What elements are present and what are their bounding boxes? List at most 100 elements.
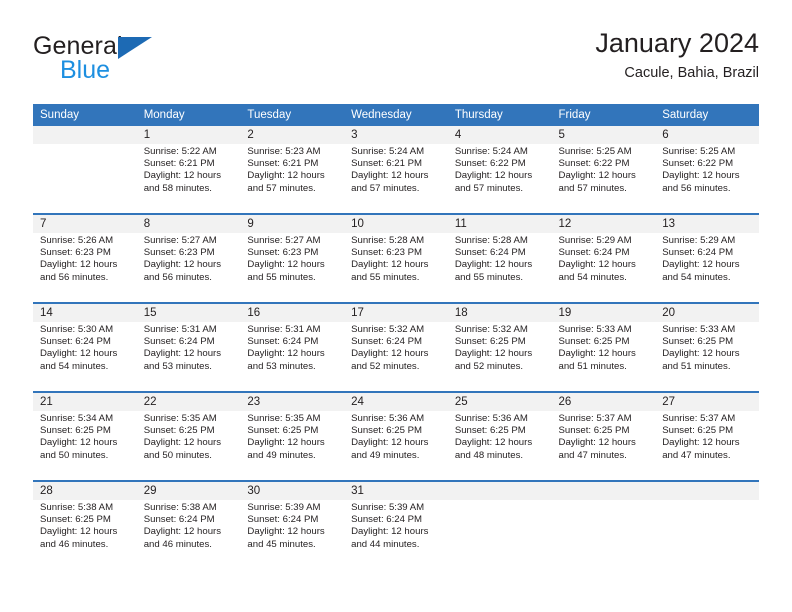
day-number[interactable]: 17 xyxy=(344,304,448,322)
day-cell[interactable]: Sunrise: 5:23 AM Sunset: 6:21 PM Dayligh… xyxy=(240,144,345,213)
daylight-text-line2: and 44 minutes. xyxy=(351,538,420,550)
day-cell[interactable]: Sunrise: 5:36 AM Sunset: 6:25 PM Dayligh… xyxy=(344,411,448,480)
week-row-details: Sunrise: 5:22 AM Sunset: 6:21 PM Dayligh… xyxy=(33,144,759,213)
week-row-daynum: 1 2 3 4 5 6 xyxy=(33,126,759,144)
day-number[interactable]: 27 xyxy=(655,393,759,411)
day-number[interactable]: 26 xyxy=(551,393,656,411)
day-number[interactable]: 8 xyxy=(136,215,241,233)
daylight-text-line2: and 57 minutes. xyxy=(558,182,627,194)
weekday-header-saturday: Saturday xyxy=(655,104,759,126)
day-cell[interactable]: Sunrise: 5:37 AM Sunset: 6:25 PM Dayligh… xyxy=(551,411,656,480)
day-cell[interactable]: Sunrise: 5:35 AM Sunset: 6:25 PM Dayligh… xyxy=(240,411,345,480)
sunset-text: Sunset: 6:21 PM xyxy=(351,158,423,170)
day-cell[interactable]: Sunrise: 5:31 AM Sunset: 6:24 PM Dayligh… xyxy=(136,322,241,391)
day-number[interactable] xyxy=(447,482,552,500)
day-number[interactable]: 12 xyxy=(551,215,656,233)
day-number[interactable]: 7 xyxy=(33,215,137,233)
daylight-text-line2: and 48 minutes. xyxy=(454,449,524,461)
sunset-text: Sunset: 6:25 PM xyxy=(454,425,526,437)
sunset-text: Sunset: 6:25 PM xyxy=(558,336,630,348)
day-number[interactable]: 18 xyxy=(447,304,552,322)
day-number[interactable] xyxy=(33,126,137,144)
day-number[interactable]: 29 xyxy=(136,482,241,500)
day-number[interactable]: 21 xyxy=(33,393,137,411)
day-number[interactable]: 24 xyxy=(344,393,448,411)
day-cell[interactable]: Sunrise: 5:34 AM Sunset: 6:25 PM Dayligh… xyxy=(33,411,137,480)
day-number[interactable] xyxy=(551,482,656,500)
day-cell[interactable]: Sunrise: 5:32 AM Sunset: 6:25 PM Dayligh… xyxy=(447,322,552,391)
general-blue-logo[interactable]: General Blue xyxy=(33,34,233,90)
day-number[interactable]: 19 xyxy=(551,304,656,322)
day-number[interactable]: 1 xyxy=(136,126,241,144)
day-number[interactable]: 9 xyxy=(240,215,345,233)
day-cell[interactable]: Sunrise: 5:31 AM Sunset: 6:24 PM Dayligh… xyxy=(240,322,345,391)
daylight-text-line2: and 57 minutes. xyxy=(351,182,420,194)
daylight-text-line2: and 54 minutes. xyxy=(558,271,627,283)
daylight-text-line2: and 54 minutes. xyxy=(40,360,109,372)
title-block: January 2024 Cacule, Bahia, Brazil xyxy=(595,28,759,82)
sunset-text: Sunset: 6:24 PM xyxy=(558,247,630,259)
sunset-text: Sunset: 6:24 PM xyxy=(454,247,526,259)
daylight-text-line1: Daylight: 12 hours xyxy=(454,170,533,182)
day-cell[interactable]: Sunrise: 5:26 AM Sunset: 6:23 PM Dayligh… xyxy=(33,233,137,302)
day-number[interactable]: 20 xyxy=(655,304,759,322)
day-cell[interactable]: Sunrise: 5:37 AM Sunset: 6:25 PM Dayligh… xyxy=(655,411,759,480)
day-number[interactable]: 5 xyxy=(551,126,656,144)
day-number[interactable]: 25 xyxy=(447,393,552,411)
daylight-text-line1: Daylight: 12 hours xyxy=(143,259,222,271)
day-number[interactable]: 14 xyxy=(33,304,137,322)
day-number[interactable] xyxy=(655,482,759,500)
day-cell[interactable]: Sunrise: 5:33 AM Sunset: 6:25 PM Dayligh… xyxy=(551,322,656,391)
weekday-header-tuesday: Tuesday xyxy=(240,104,345,126)
day-number[interactable]: 23 xyxy=(240,393,345,411)
week-row-daynum: 14 15 16 17 18 19 20 xyxy=(33,304,759,322)
sunset-text: Sunset: 6:24 PM xyxy=(351,514,423,526)
day-cell[interactable]: Sunrise: 5:35 AM Sunset: 6:25 PM Dayligh… xyxy=(136,411,241,480)
day-number[interactable]: 16 xyxy=(240,304,345,322)
day-number[interactable]: 3 xyxy=(344,126,448,144)
day-cell[interactable]: Sunrise: 5:29 AM Sunset: 6:24 PM Dayligh… xyxy=(551,233,656,302)
day-cell[interactable]: Sunrise: 5:32 AM Sunset: 6:24 PM Dayligh… xyxy=(344,322,448,391)
day-number[interactable]: 10 xyxy=(344,215,448,233)
daylight-text-line1: Daylight: 12 hours xyxy=(454,348,533,360)
day-number[interactable]: 13 xyxy=(655,215,759,233)
day-number[interactable]: 30 xyxy=(240,482,345,500)
sunrise-text: Sunrise: 5:37 AM xyxy=(662,413,736,424)
day-number[interactable]: 31 xyxy=(344,482,448,500)
sunset-text: Sunset: 6:25 PM xyxy=(40,425,111,437)
day-cell[interactable]: Sunrise: 5:27 AM Sunset: 6:23 PM Dayligh… xyxy=(240,233,345,302)
day-number[interactable]: 22 xyxy=(136,393,241,411)
weekday-header-wednesday: Wednesday xyxy=(344,104,448,126)
sunset-text: Sunset: 6:23 PM xyxy=(40,247,111,259)
day-cell[interactable]: Sunrise: 5:39 AM Sunset: 6:24 PM Dayligh… xyxy=(344,500,448,569)
day-cell[interactable]: Sunrise: 5:22 AM Sunset: 6:21 PM Dayligh… xyxy=(136,144,241,213)
sunrise-text: Sunrise: 5:32 AM xyxy=(454,324,528,335)
day-number[interactable]: 6 xyxy=(655,126,759,144)
daylight-text-line1: Daylight: 12 hours xyxy=(247,259,325,271)
day-number[interactable]: 11 xyxy=(447,215,552,233)
daylight-text-line2: and 57 minutes. xyxy=(247,182,316,194)
day-cell[interactable]: Sunrise: 5:30 AM Sunset: 6:24 PM Dayligh… xyxy=(33,322,137,391)
day-cell[interactable]: Sunrise: 5:27 AM Sunset: 6:23 PM Dayligh… xyxy=(136,233,241,302)
weekday-header-friday: Friday xyxy=(551,104,656,126)
day-cell-empty xyxy=(551,500,656,569)
day-cell[interactable]: Sunrise: 5:38 AM Sunset: 6:24 PM Dayligh… xyxy=(136,500,241,569)
day-cell[interactable]: Sunrise: 5:38 AM Sunset: 6:25 PM Dayligh… xyxy=(33,500,137,569)
day-cell[interactable]: Sunrise: 5:25 AM Sunset: 6:22 PM Dayligh… xyxy=(655,144,759,213)
day-number[interactable]: 28 xyxy=(33,482,137,500)
day-number[interactable]: 4 xyxy=(447,126,552,144)
sunrise-text: Sunrise: 5:36 AM xyxy=(351,413,425,424)
day-cell[interactable]: Sunrise: 5:24 AM Sunset: 6:21 PM Dayligh… xyxy=(344,144,448,213)
day-cell[interactable]: Sunrise: 5:28 AM Sunset: 6:23 PM Dayligh… xyxy=(344,233,448,302)
day-cell[interactable]: Sunrise: 5:28 AM Sunset: 6:24 PM Dayligh… xyxy=(447,233,552,302)
day-cell[interactable]: Sunrise: 5:29 AM Sunset: 6:24 PM Dayligh… xyxy=(655,233,759,302)
day-cell[interactable]: Sunrise: 5:33 AM Sunset: 6:25 PM Dayligh… xyxy=(655,322,759,391)
day-number[interactable]: 15 xyxy=(136,304,241,322)
day-cell[interactable]: Sunrise: 5:24 AM Sunset: 6:22 PM Dayligh… xyxy=(447,144,552,213)
day-cell[interactable]: Sunrise: 5:25 AM Sunset: 6:22 PM Dayligh… xyxy=(551,144,656,213)
day-number[interactable]: 2 xyxy=(240,126,345,144)
page-title: January 2024 xyxy=(595,28,759,58)
day-cell[interactable]: Sunrise: 5:36 AM Sunset: 6:25 PM Dayligh… xyxy=(447,411,552,480)
week-row-daynum: 7 8 9 10 11 12 13 xyxy=(33,215,759,233)
day-cell[interactable]: Sunrise: 5:39 AM Sunset: 6:24 PM Dayligh… xyxy=(240,500,345,569)
